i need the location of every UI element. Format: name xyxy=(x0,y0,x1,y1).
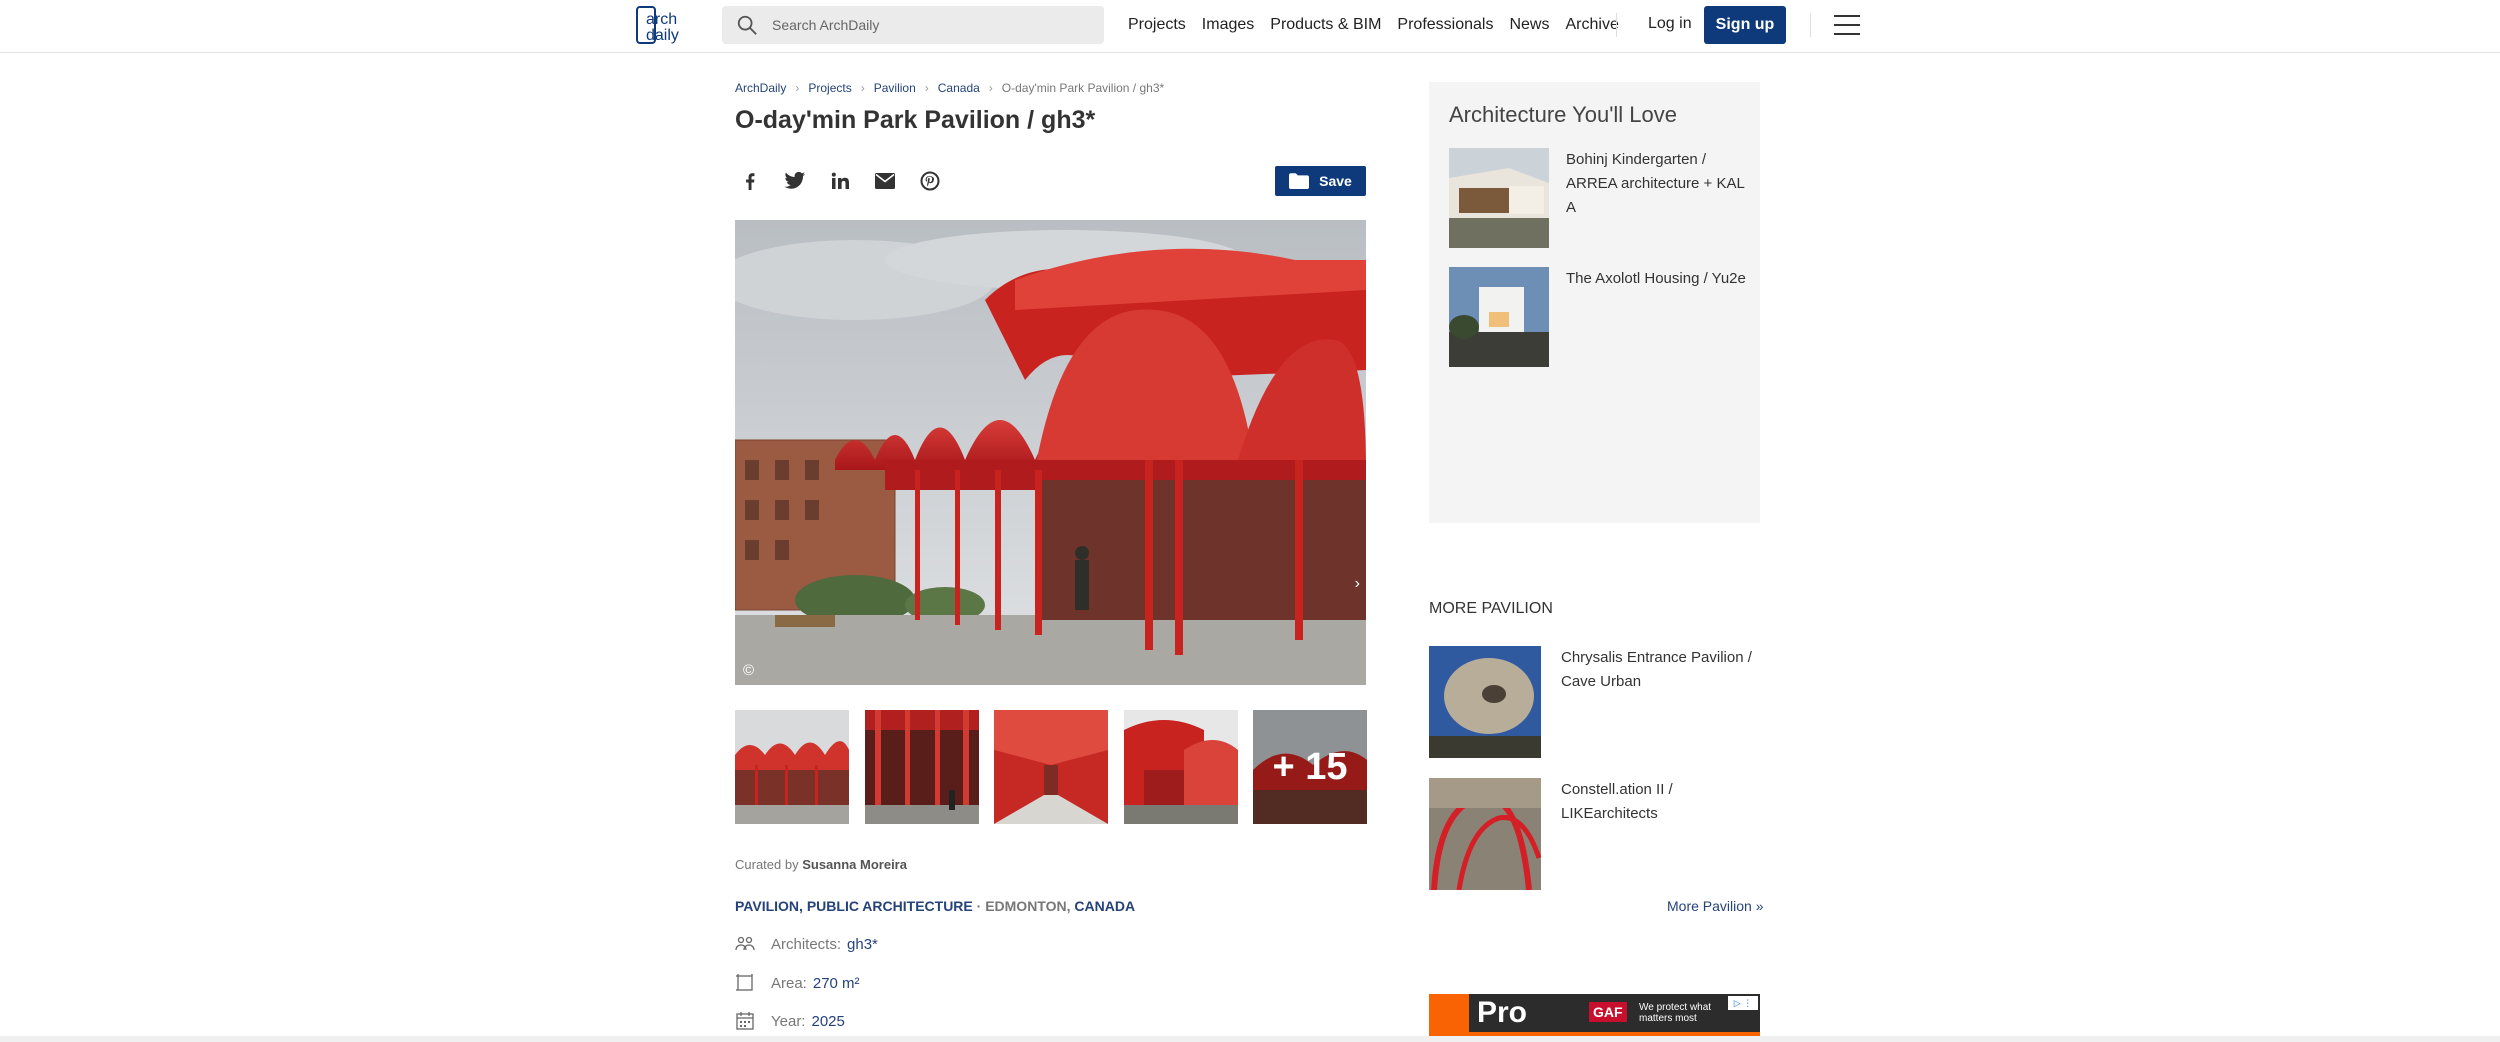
search-input[interactable] xyxy=(772,17,1072,33)
category-line: PAVILION, PUBLIC ARCHITECTURE · EDMONTON… xyxy=(735,898,1135,914)
curated-prefix: Curated by xyxy=(735,857,799,872)
area-icon xyxy=(736,974,753,991)
nav-projects[interactable]: Projects xyxy=(1128,16,1186,34)
thumbnail-strip: + 15 xyxy=(735,710,1367,824)
chevron-right-icon: › xyxy=(860,81,865,95)
year-value[interactable]: 2025 xyxy=(811,1013,844,1030)
breadcrumb-archdaily[interactable]: ArchDaily xyxy=(735,81,786,95)
folder-icon xyxy=(1289,173,1310,189)
spec-area: Area: 270 m² xyxy=(735,971,860,995)
ad-tagline: We protect what matters most xyxy=(1639,1002,1712,1024)
curator-name[interactable]: Susanna Moreira xyxy=(802,857,907,872)
nav-news[interactable]: News xyxy=(1509,16,1549,34)
more-item-title[interactable]: Chrysalis Entrance Pavilion / Cave Urban xyxy=(1561,646,1761,694)
love-item[interactable]: Bohinj Kindergarten / ARREA architecture… xyxy=(1449,148,1745,248)
more-item-title[interactable]: Constell.ation II / LIKEarchitects xyxy=(1561,778,1761,826)
love-item-thumbnail[interactable] xyxy=(1449,267,1549,367)
architects-label: Architects: xyxy=(771,935,842,953)
linkedin-icon[interactable] xyxy=(825,166,855,196)
more-pavilion-title: MORE PAVILION xyxy=(1429,600,1553,617)
share-bar xyxy=(735,166,960,196)
chevron-right-icon: › xyxy=(988,81,993,95)
page-bottom-edge xyxy=(0,1036,2500,1042)
area-value[interactable]: 270 m² xyxy=(813,975,860,992)
thumbnail[interactable] xyxy=(1123,710,1238,824)
love-item-thumbnail[interactable] xyxy=(1449,148,1549,248)
page-title: O-day'min Park Pavilion / gh3* xyxy=(735,106,1096,134)
ad-pro-text: Pro xyxy=(1477,996,1528,1029)
twitter-icon[interactable] xyxy=(780,166,810,196)
love-item[interactable]: The Axolotl Housing / Yu2e xyxy=(1449,267,1746,367)
nav-divider xyxy=(1810,13,1811,37)
next-image-icon[interactable]: › xyxy=(1355,575,1360,593)
chevron-right-icon: › xyxy=(924,81,929,95)
thumbnail[interactable] xyxy=(864,710,979,824)
location-country[interactable]: CANADA xyxy=(1074,898,1135,914)
category-public-architecture[interactable]: PUBLIC ARCHITECTURE xyxy=(807,898,973,914)
pinterest-icon[interactable] xyxy=(915,166,945,196)
nav-products-bim[interactable]: Products & BIM xyxy=(1270,16,1381,34)
breadcrumb-current: O-day'min Park Pavilion / gh3* xyxy=(1001,81,1165,95)
breadcrumb-pavilion[interactable]: Pavilion xyxy=(874,81,916,95)
chevron-right-icon: › xyxy=(795,81,800,95)
email-icon[interactable] xyxy=(870,166,900,196)
category-pavilion[interactable]: PAVILION xyxy=(735,898,799,914)
more-photos-count: + 15 xyxy=(1253,710,1367,824)
thumbnail[interactable] xyxy=(735,710,849,824)
main-nav: Projects Images Products & BIM Professio… xyxy=(1128,0,1635,50)
breadcrumb-canada[interactable]: Canada xyxy=(938,81,980,95)
year-label: Year: xyxy=(771,1012,806,1030)
signup-button[interactable]: Sign up xyxy=(1704,6,1786,44)
facebook-icon[interactable] xyxy=(735,166,765,196)
nav-archive[interactable]: Archive xyxy=(1565,16,1618,34)
login-link[interactable]: Log in xyxy=(1648,15,1692,33)
nav-professionals[interactable]: Professionals xyxy=(1397,16,1493,34)
ad-gaf-logo: GAF xyxy=(1589,1002,1627,1022)
curated-by: Curated by Susanna Moreira xyxy=(735,857,907,872)
svg-text:arch: arch xyxy=(646,11,677,28)
nav-divider xyxy=(1616,13,1617,37)
search-bar[interactable] xyxy=(722,6,1104,44)
love-item-title[interactable]: The Axolotl Housing / Yu2e xyxy=(1566,267,1746,291)
svg-text:daily: daily xyxy=(646,27,679,44)
thumbnail-more[interactable]: + 15 xyxy=(1253,710,1367,824)
breadcrumb-projects[interactable]: Projects xyxy=(808,81,851,95)
more-pavilion-item[interactable]: Constell.ation II / LIKEarchitects xyxy=(1429,778,1760,890)
top-header: arch daily Projects Images Products & BI… xyxy=(0,0,2500,53)
more-pavilion-link[interactable]: More Pavilion » xyxy=(1667,898,1764,914)
architects-icon xyxy=(735,936,755,951)
pavilion-photo xyxy=(735,220,1366,685)
breadcrumb: ArchDaily › Projects › Pavilion › Canada… xyxy=(735,81,1164,95)
architecture-you-will-love-panel: Architecture You'll Love Bohinj Kinderga… xyxy=(1429,82,1760,523)
menu-icon[interactable] xyxy=(1834,15,1860,35)
love-item-title[interactable]: Bohinj Kindergarten / ARREA architecture… xyxy=(1566,148,1746,220)
save-button[interactable]: Save xyxy=(1275,166,1366,196)
category-comma: , xyxy=(799,898,807,914)
area-label: Area: xyxy=(771,974,807,992)
location-city: · EDMONTON, xyxy=(972,898,1075,914)
nav-images[interactable]: Images xyxy=(1202,16,1254,34)
archdaily-logo[interactable]: arch daily xyxy=(636,5,700,45)
search-icon xyxy=(737,15,757,35)
calendar-icon xyxy=(736,1012,754,1030)
architects-value[interactable]: gh3* xyxy=(847,936,878,953)
more-item-thumbnail[interactable] xyxy=(1429,646,1541,758)
advertisement-banner[interactable]: Pro GAF We protect what matters most ▷ ⋮ xyxy=(1429,994,1760,1042)
spec-year: Year: 2025 xyxy=(735,1009,845,1033)
main-project-image[interactable]: © › xyxy=(735,220,1366,685)
spec-architects: Architects: gh3* xyxy=(735,932,878,956)
adchoices-icon[interactable]: ▷ ⋮ xyxy=(1728,996,1758,1010)
love-title: Architecture You'll Love xyxy=(1449,102,1678,127)
more-pavilion-item[interactable]: Chrysalis Entrance Pavilion / Cave Urban xyxy=(1429,646,1760,758)
more-item-thumbnail[interactable] xyxy=(1429,778,1541,890)
image-copyright: © xyxy=(743,662,755,679)
thumbnail[interactable] xyxy=(994,710,1108,824)
save-label: Save xyxy=(1319,173,1352,189)
